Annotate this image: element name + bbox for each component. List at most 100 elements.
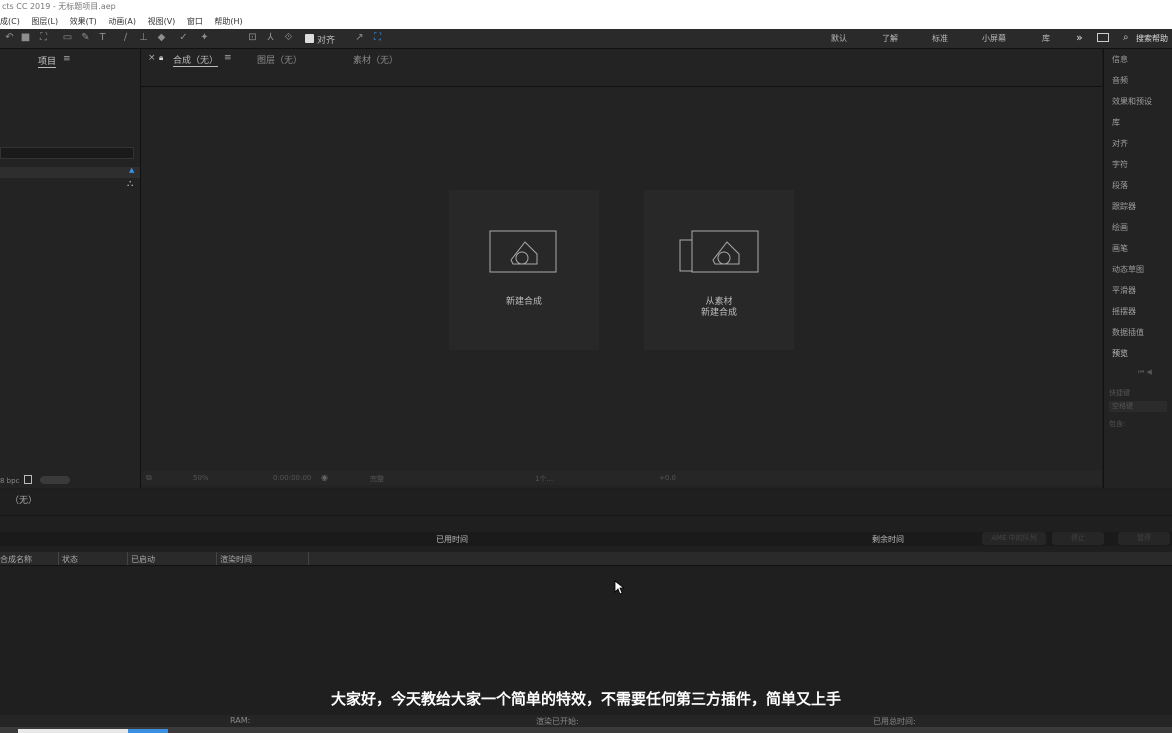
search-help-input[interactable]: 搜索帮助 (1136, 33, 1168, 44)
eraser-tool-icon[interactable]: ◆ (156, 33, 167, 43)
tab-layer[interactable]: 图层（无） (257, 53, 302, 66)
queue-header: 合成名称 状态 已启动 渲染时间 (0, 552, 1172, 566)
close-tab-icon[interactable]: × (148, 53, 156, 63)
col-separator (216, 552, 217, 565)
col-separator (308, 552, 309, 565)
puppet-pin-tool-icon[interactable]: ✦ (199, 33, 210, 43)
taskbar-progress (18, 729, 128, 733)
col-started[interactable]: 已启动 (131, 554, 155, 565)
pause-button[interactable]: 暂停 (1118, 532, 1170, 545)
sort-up-icon[interactable]: ▲ (129, 166, 134, 174)
panel-data-interpolation[interactable]: 数据插值 (1112, 327, 1144, 338)
view-count-select[interactable]: 1个... (535, 474, 553, 484)
menu-animation[interactable]: 动画(A) (108, 17, 136, 26)
workspace-menu-icon[interactable] (1097, 33, 1109, 42)
menu-view[interactable]: 视图(V) (148, 17, 176, 26)
workspace-small-screen[interactable]: 小屏幕 (982, 33, 1006, 44)
menu-help[interactable]: 帮助(H) (214, 17, 242, 26)
new-from-footage-card[interactable]: 从素材 新建合成 (644, 190, 794, 350)
bpc-button[interactable]: 8 bpc (0, 477, 19, 485)
pan-behind-tool-icon[interactable]: ⛶ (38, 33, 49, 43)
viewer-footer: ⧉ 50% 0:00:00:00 ◉ 完整 1个... +0.0 (141, 471, 1102, 485)
menu-composition[interactable]: 成(C) (0, 17, 20, 26)
col-status[interactable]: 状态 (62, 554, 78, 565)
tools-toolbar: ↶ ■ ⛶ ▭ ✎ T ∕ ⊥ ◆ ✓ ✦ ⊡ ⅄ ⟐ 对齐 ↗ ⛶ 默认 了解… (0, 29, 1172, 49)
panel-brushes[interactable]: 画笔 (1112, 243, 1128, 254)
camera-tool-icon[interactable]: ■ (20, 33, 31, 43)
snap-edges-icon[interactable]: ↗ (354, 33, 365, 43)
brush-tool-icon[interactable]: ∕ (120, 33, 131, 43)
panel-align[interactable]: 对齐 (1112, 138, 1128, 149)
include-label: 包含: (1109, 420, 1126, 428)
snap-checkbox[interactable] (305, 34, 314, 43)
workspace-libraries[interactable]: 库 (1042, 33, 1050, 44)
panel-tracker[interactable]: 跟踪器 (1112, 201, 1136, 212)
pen-tool-icon[interactable]: ✎ (80, 33, 91, 43)
always-preview-icon[interactable]: ⧉ (146, 473, 152, 483)
workspace-learn[interactable]: 了解 (882, 33, 898, 44)
new-composition-card[interactable]: 新建合成 (449, 190, 599, 350)
view-axis-icon[interactable]: ⟐ (283, 33, 294, 43)
panel-paint[interactable]: 绘画 (1112, 222, 1128, 233)
composition-icon (489, 230, 557, 273)
ame-queue-button[interactable]: AME 中的队列 (982, 532, 1046, 545)
lock-icon[interactable]: 🔒︎ (159, 53, 163, 63)
remaining-label: 剩余时间 (872, 535, 904, 544)
search-icon[interactable]: ⌕ (1123, 32, 1129, 43)
snap-label: 对齐 (317, 36, 336, 46)
project-zoom-slider[interactable] (40, 476, 70, 484)
panel-audio[interactable]: 音频 (1112, 75, 1128, 86)
menu-window[interactable]: 窗口 (187, 17, 203, 26)
snap-features-icon[interactable]: ⛶ (372, 33, 383, 43)
stop-button[interactable]: 停止 (1052, 532, 1104, 545)
resolution-select[interactable]: 完整 (370, 474, 384, 484)
window-title: cts CC 2019 - 无标题项目.aep (0, 0, 1172, 14)
col-render-time[interactable]: 渲染时间 (220, 554, 252, 565)
panel-libraries[interactable]: 库 (1112, 117, 1120, 128)
roto-brush-tool-icon[interactable]: ✓ (178, 33, 189, 43)
flowchart-icon[interactable]: ⛬ (127, 179, 133, 189)
menu-layer[interactable]: 图层(L) (31, 17, 58, 26)
rotate-tool-icon[interactable]: ↶ (4, 33, 15, 43)
world-axis-icon[interactable]: ⅄ (265, 33, 276, 43)
panel-preview[interactable]: 预览 (1112, 348, 1128, 359)
clone-stamp-tool-icon[interactable]: ⊥ (138, 33, 149, 43)
viewer-divider (141, 86, 1102, 87)
viewer-menu-icon[interactable]: ≡ (224, 53, 232, 63)
panel-effects-presets[interactable]: 效果和预设 (1112, 96, 1152, 107)
more-workspaces-icon[interactable]: » (1076, 31, 1083, 44)
workspace-standard[interactable]: 标准 (932, 33, 948, 44)
workspace-default[interactable]: 默认 (831, 33, 847, 44)
panel-info[interactable]: 信息 (1112, 54, 1128, 65)
panel-wiggler[interactable]: 摇摆器 (1112, 306, 1136, 317)
rectangle-tool-icon[interactable]: ▭ (62, 33, 73, 43)
panel-character[interactable]: 字符 (1112, 159, 1128, 170)
tab-composition[interactable]: 合成（无） (173, 53, 219, 67)
exposure-field[interactable]: +0.0 (659, 474, 676, 482)
shortcut-select[interactable]: 空格键 (1109, 401, 1167, 412)
col-separator (127, 552, 128, 565)
type-tool-icon[interactable]: T (97, 33, 108, 43)
menu-effect[interactable]: 效果(T) (70, 17, 97, 26)
local-axis-icon[interactable]: ⊡ (247, 33, 258, 43)
tab-footage[interactable]: 素材（无） (353, 53, 398, 66)
composition-viewer: × 🔒︎ 合成（无） ≡ 图层（无） 素材（无） 新建合成 从素材 新建合成 ⧉… (141, 49, 1102, 488)
panel-menu-icon[interactable]: ≡ (63, 54, 71, 64)
first-frame-icon[interactable]: ⏮ ◀ (1138, 368, 1152, 377)
col-comp-name[interactable]: 合成名称 (0, 554, 32, 565)
zoom-select[interactable]: 50% (193, 474, 209, 482)
snapshot-icon[interactable]: ◉ (321, 473, 328, 482)
timeline-title[interactable]: （无） (10, 493, 37, 506)
panel-paragraph[interactable]: 段落 (1112, 180, 1128, 191)
project-column-header[interactable] (0, 167, 140, 178)
ram-label: RAM: (230, 716, 251, 725)
timecode-field[interactable]: 0:00:00:00 (273, 474, 311, 482)
project-search-input[interactable] (0, 147, 134, 159)
project-tab[interactable]: 项目 (38, 54, 57, 68)
menu-bar: 成(C) 图层(L) 效果(T) 动画(A) 视图(V) 窗口 帮助(H) (0, 14, 1172, 29)
panel-smoother[interactable]: 平滑器 (1112, 285, 1136, 296)
panel-motion-sketch[interactable]: 动态草图 (1112, 264, 1144, 275)
trash-icon[interactable] (24, 475, 32, 484)
project-panel: 项目 ≡ ▲ ⛬ 8 bpc (0, 49, 141, 488)
taskbar-progress-active (128, 729, 168, 733)
